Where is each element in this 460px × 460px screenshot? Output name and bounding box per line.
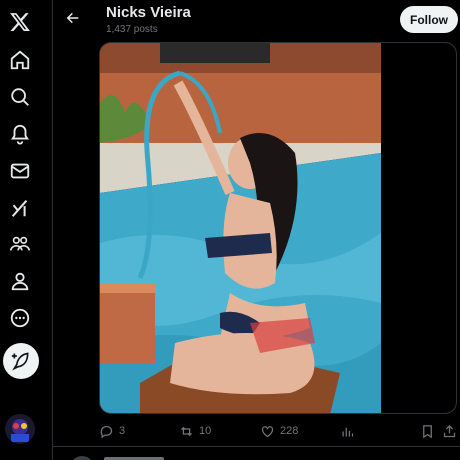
communities-icon[interactable] bbox=[0, 226, 40, 262]
post-photo[interactable] bbox=[100, 43, 381, 413]
share-icon bbox=[443, 424, 456, 437]
repost-icon bbox=[181, 426, 192, 436]
next-post-preview[interactable] bbox=[60, 452, 460, 460]
share-button[interactable] bbox=[442, 420, 457, 442]
repost-count: 10 bbox=[199, 425, 212, 437]
heart-icon bbox=[261, 425, 274, 437]
messages-icon[interactable] bbox=[0, 153, 40, 189]
post-media-card[interactable] bbox=[99, 42, 457, 414]
more-icon[interactable] bbox=[0, 300, 40, 336]
profile-header: Nicks Vieira 1,437 posts Follow bbox=[53, 0, 460, 42]
views-icon bbox=[342, 427, 354, 436]
x-logo-icon[interactable] bbox=[0, 4, 40, 40]
profile-icon[interactable] bbox=[0, 263, 40, 299]
bookmark-button[interactable] bbox=[420, 420, 435, 442]
follow-button[interactable]: Follow bbox=[400, 6, 458, 33]
feather-plus-icon bbox=[11, 352, 29, 371]
divider bbox=[53, 446, 460, 447]
account-avatar[interactable] bbox=[5, 414, 35, 444]
profile-name: Nicks Vieira bbox=[106, 4, 191, 21]
reply-button[interactable]: 3 bbox=[99, 420, 125, 442]
views-button[interactable] bbox=[340, 420, 355, 442]
reply-icon bbox=[100, 425, 113, 438]
home-icon[interactable] bbox=[0, 42, 40, 78]
sidebar-nav bbox=[0, 0, 53, 460]
notifications-icon[interactable] bbox=[0, 116, 40, 152]
back-arrow-icon[interactable] bbox=[63, 8, 83, 28]
like-count: 228 bbox=[280, 425, 299, 437]
posts-count: 1,437 posts bbox=[106, 24, 158, 35]
repost-button[interactable]: 10 bbox=[179, 420, 211, 442]
bookmark-icon bbox=[423, 424, 432, 438]
post-actions: 3 10 228 bbox=[99, 420, 459, 442]
reply-count: 3 bbox=[119, 425, 126, 437]
explore-icon[interactable] bbox=[0, 79, 40, 115]
compose-post-button[interactable] bbox=[3, 343, 39, 379]
like-button[interactable]: 228 bbox=[260, 420, 298, 442]
grok-icon[interactable] bbox=[0, 190, 40, 226]
next-post-avatar bbox=[70, 456, 94, 460]
